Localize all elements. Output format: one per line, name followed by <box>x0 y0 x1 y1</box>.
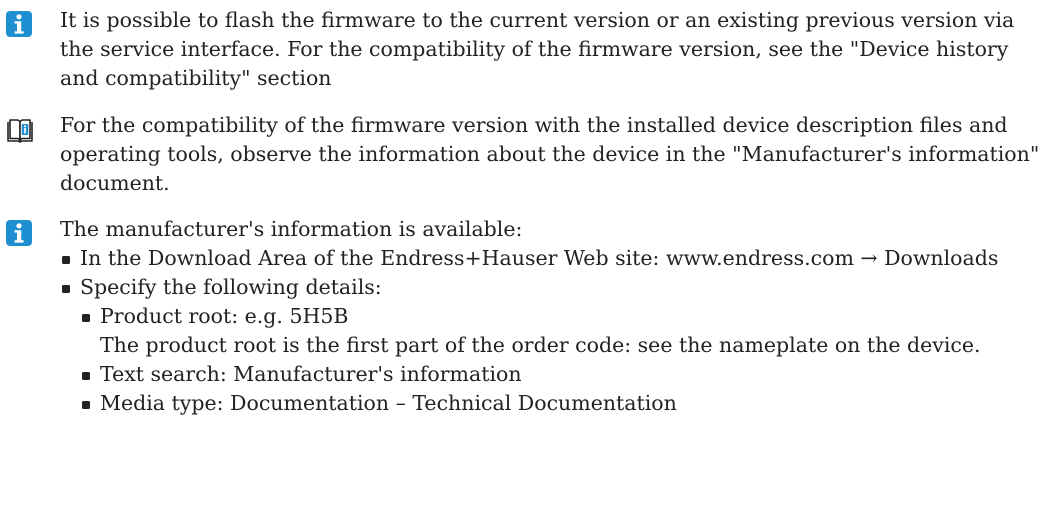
detail-item: Media type: Documentation – Technical Do… <box>80 389 1050 418</box>
availability-list: In the Download Area of the Endress+Haus… <box>60 244 1050 418</box>
note-text: For the compatibility of the firmware ve… <box>60 113 1040 195</box>
list-item-text: In the Download Area of the Endress+Haus… <box>80 246 999 270</box>
detail-label: Text search: Manufacturer's information <box>100 362 522 386</box>
list-item: In the Download Area of the Endress+Haus… <box>60 244 1050 273</box>
info-icon <box>6 11 32 37</box>
document-note-compatibility: For the compatibility of the firmware ve… <box>0 111 1054 203</box>
info-icon <box>6 220 32 246</box>
detail-item: Product root: e.g. 5H5B The product root… <box>80 302 1050 360</box>
bullet-icon <box>82 314 90 322</box>
detail-item: Text search: Manufacturer's information <box>80 360 1050 389</box>
info-note-manufacturer-information: The manufacturer's information is availa… <box>0 215 1054 505</box>
list-item: Specify the following details: Product r… <box>60 273 1050 418</box>
note-body: The manufacturer's information is availa… <box>60 215 1050 418</box>
book-icon <box>6 117 33 143</box>
bullet-icon <box>82 401 90 409</box>
list-item-text: Specify the following details: <box>80 275 382 299</box>
bullet-icon <box>82 372 90 380</box>
detail-label: Product root: e.g. 5H5B <box>100 304 349 328</box>
detail-note: The product root is the first part of th… <box>100 333 981 357</box>
details-list: Product root: e.g. 5H5B The product root… <box>80 302 1050 418</box>
bullet-icon <box>62 256 70 264</box>
info-note-firmware-flash: It is possible to flash the firmware to … <box>0 6 1054 98</box>
note-intro: The manufacturer's information is availa… <box>60 217 523 241</box>
bullet-icon <box>62 285 70 293</box>
note-text: It is possible to flash the firmware to … <box>60 8 1015 90</box>
detail-label: Media type: Documentation – Technical Do… <box>100 391 677 415</box>
